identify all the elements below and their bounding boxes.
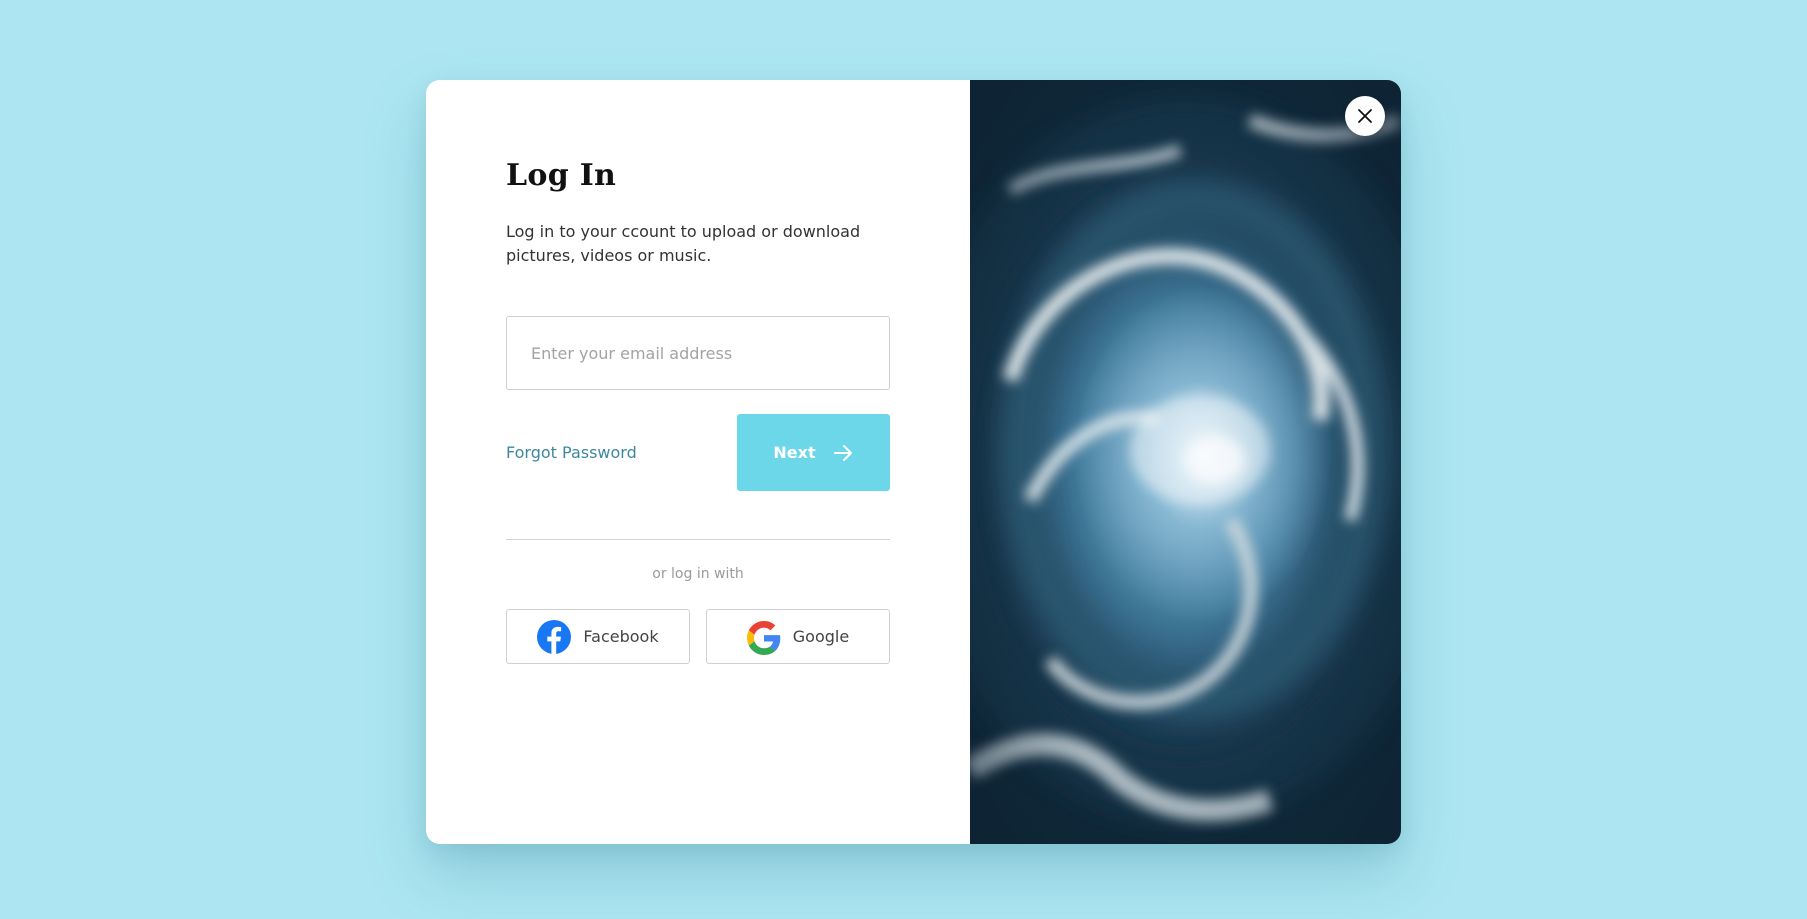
cloud-vortex-illustration: [970, 80, 1401, 844]
divider: [506, 539, 890, 540]
or-login-with-text: or log in with: [652, 566, 744, 582]
arrow-right-icon: [832, 442, 854, 464]
facebook-login-button[interactable]: Facebook: [506, 609, 690, 664]
storm-cloud-image: [970, 80, 1401, 844]
next-button-label: Next: [773, 443, 816, 462]
login-modal: Log In Log in to your ccount to upload o…: [426, 80, 1401, 844]
page-title: Log In: [506, 158, 617, 193]
google-icon: [746, 620, 781, 655]
facebook-button-label: Facebook: [583, 627, 659, 646]
google-login-button[interactable]: Google: [706, 609, 890, 664]
login-form-panel: Log In Log in to your ccount to upload o…: [426, 80, 970, 844]
close-button[interactable]: [1345, 96, 1385, 136]
facebook-icon: [537, 619, 572, 654]
google-button-label: Google: [792, 627, 850, 646]
email-field[interactable]: [506, 316, 890, 390]
next-button[interactable]: Next: [737, 414, 890, 491]
close-icon: [1357, 108, 1373, 124]
forgot-password-link[interactable]: Forgot Password: [506, 443, 637, 462]
login-subtitle: Log in to your ccount to upload or downl…: [506, 222, 861, 265]
